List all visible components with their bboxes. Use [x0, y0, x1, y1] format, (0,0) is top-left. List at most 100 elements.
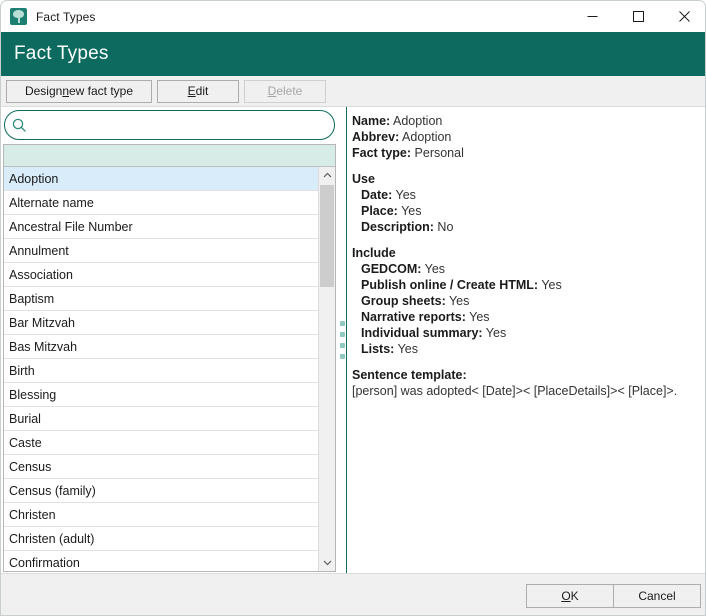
include-item-label: Narrative reports:	[361, 310, 466, 324]
scrollbar-thumb[interactable]	[320, 185, 334, 287]
window-title: Fact Types	[36, 10, 95, 24]
dialog-footer: OK Cancel	[1, 573, 706, 616]
page-title: Fact Types	[14, 43, 109, 65]
ok-button[interactable]: OK	[526, 584, 614, 608]
design-label-accel: n	[62, 84, 69, 98]
use-item-value: Yes	[392, 188, 416, 202]
use-item-row: Description: No	[352, 219, 699, 235]
maximize-icon[interactable]	[615, 1, 661, 32]
spacer	[352, 161, 699, 171]
close-icon[interactable]	[661, 1, 706, 32]
ok-label-accel: O	[561, 589, 570, 603]
list-item[interactable]: Birth	[4, 359, 318, 383]
list-item-label: Census (family)	[9, 484, 96, 498]
search-icon	[12, 118, 27, 133]
minimize-icon[interactable]	[569, 1, 615, 32]
search-box[interactable]	[4, 110, 335, 140]
list-item[interactable]: Census	[4, 455, 318, 479]
include-heading-text: Include	[352, 246, 396, 260]
sentence-template-heading-text: Sentence template:	[352, 368, 467, 382]
detail-abbrev: Abbrev: Adoption	[352, 129, 699, 145]
include-item-row: Publish online / Create HTML: Yes	[352, 277, 699, 293]
list-item[interactable]: Annulment	[4, 239, 318, 263]
splitter-dot	[340, 354, 345, 359]
use-item-row: Place: Yes	[352, 203, 699, 219]
list-item[interactable]: Ancestral File Number	[4, 215, 318, 239]
panel-splitter[interactable]	[338, 107, 346, 573]
list-item-label: Confirmation	[9, 556, 80, 570]
detail-fact-type: Fact type: Personal	[352, 145, 699, 161]
list-item[interactable]: Burial	[4, 407, 318, 431]
design-label-pre: Design	[25, 84, 62, 98]
list-item[interactable]: Bas Mitzvah	[4, 335, 318, 359]
chevron-down-icon[interactable]	[319, 554, 335, 571]
include-item-value: Yes	[394, 342, 418, 356]
splitter-dot	[340, 332, 345, 337]
list-item[interactable]: Christen (adult)	[4, 527, 318, 551]
include-item-label: Publish online / Create HTML:	[361, 278, 538, 292]
detail-name-label: Name:	[352, 114, 390, 128]
sentence-template-heading: Sentence template:	[352, 367, 699, 383]
use-list: Date: YesPlace: YesDescription: No	[352, 187, 699, 235]
list-item-label: Census	[9, 460, 51, 474]
cancel-button[interactable]: Cancel	[613, 584, 701, 608]
use-heading-text: Use	[352, 172, 375, 186]
include-list: GEDCOM: YesPublish online / Create HTML:…	[352, 261, 699, 357]
list-item[interactable]: Confirmation	[4, 551, 318, 571]
detail-abbrev-value: Adoption	[402, 130, 451, 144]
include-item-value: Yes	[466, 310, 490, 324]
list-item[interactable]: Christen	[4, 503, 318, 527]
include-item-label: Group sheets:	[361, 294, 446, 308]
ok-label-post: K	[571, 589, 579, 603]
list-item[interactable]: Alternate name	[4, 191, 318, 215]
design-label-post: ew fact type	[69, 84, 133, 98]
list-item-label: Burial	[9, 412, 41, 426]
spacer	[352, 235, 699, 245]
include-item-value: Yes	[483, 326, 507, 340]
window-controls	[569, 1, 706, 32]
list-column-header	[4, 145, 335, 167]
list-item[interactable]: Blessing	[4, 383, 318, 407]
list-item[interactable]: Association	[4, 263, 318, 287]
spacer	[352, 357, 699, 367]
fact-type-details-panel: Name: Adoption Abbrev: Adoption Fact typ…	[346, 107, 706, 573]
use-item-label: Description:	[361, 220, 434, 234]
use-item-label: Place:	[361, 204, 398, 218]
detail-abbrev-label: Abbrev:	[352, 130, 399, 144]
list-item[interactable]: Caste	[4, 431, 318, 455]
list-item[interactable]: Census (family)	[4, 479, 318, 503]
detail-name: Name: Adoption	[352, 113, 699, 129]
include-item-value: Yes	[446, 294, 470, 308]
search-input[interactable]	[31, 115, 334, 135]
list-item-label: Blessing	[9, 388, 56, 402]
list-scrollbar[interactable]	[318, 167, 335, 571]
detail-fact-type-label: Fact type:	[352, 146, 411, 160]
list-item-label: Birth	[9, 364, 35, 378]
list-item[interactable]: Baptism	[4, 287, 318, 311]
list-item[interactable]: Bar Mitzvah	[4, 311, 318, 335]
toolbar: Design new fact type Edit Delete	[1, 76, 706, 107]
content-area: Adoption Alternate name Ancestral File Num…	[1, 107, 706, 573]
edit-label-accel: E	[188, 84, 196, 98]
list-item-label: Alternate name	[9, 196, 94, 210]
use-heading: Use	[352, 171, 699, 187]
design-new-fact-type-button[interactable]: Design new fact type	[6, 80, 152, 103]
list-item-label: Christen	[9, 508, 56, 522]
include-heading: Include	[352, 245, 699, 261]
use-item-value: Yes	[398, 204, 422, 218]
list-item[interactable]: Adoption	[4, 167, 318, 191]
list-item-label: Ancestral File Number	[9, 220, 133, 234]
fact-types-list: Adoption Alternate name Ancestral File Num…	[3, 144, 336, 572]
list-item-label: Adoption	[9, 172, 58, 186]
include-item-row: Narrative reports: Yes	[352, 309, 699, 325]
include-item-row: Individual summary: Yes	[352, 325, 699, 341]
chevron-up-icon[interactable]	[319, 167, 335, 184]
include-item-value: Yes	[538, 278, 562, 292]
family-tree-icon	[10, 8, 27, 25]
include-item-row: Group sheets: Yes	[352, 293, 699, 309]
delete-label-accel: D	[268, 84, 277, 98]
include-item-label: Lists:	[361, 342, 394, 356]
edit-button[interactable]: Edit	[157, 80, 239, 103]
use-item-label: Date:	[361, 188, 392, 202]
use-item-row: Date: Yes	[352, 187, 699, 203]
